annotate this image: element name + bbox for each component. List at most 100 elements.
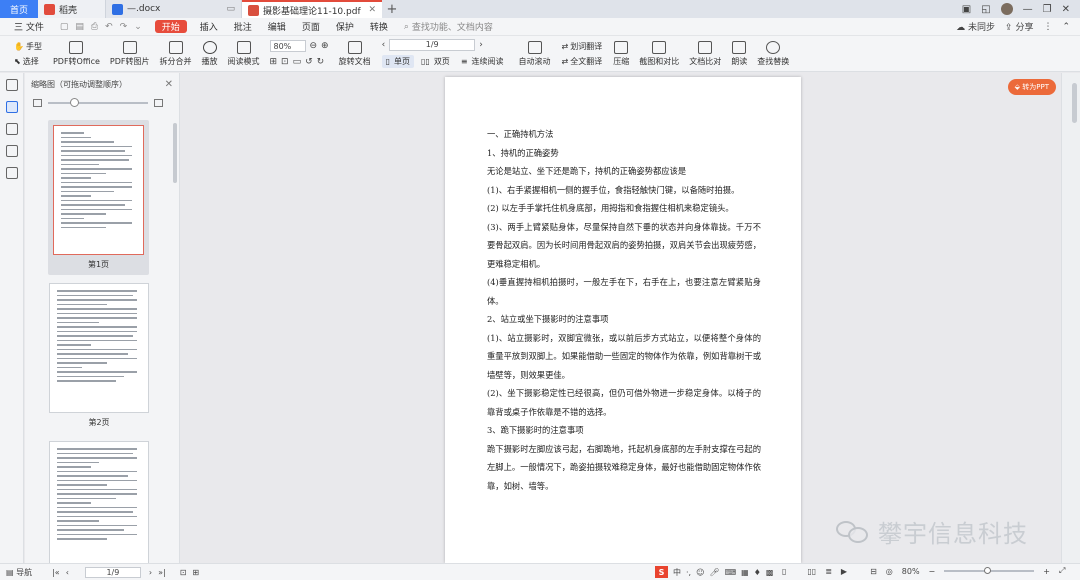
shirt-icon[interactable]: ♦ xyxy=(754,568,761,577)
thumbnail-page-2[interactable]: 第2页 xyxy=(49,283,149,428)
thumbnail-page-1[interactable]: 第1页 xyxy=(48,120,149,275)
continuous-button[interactable]: ≡ 连续阅读 xyxy=(457,55,508,68)
menu-convert[interactable]: 转换 xyxy=(362,18,396,36)
print-icon[interactable]: ⎙ xyxy=(91,22,98,32)
more-icon[interactable]: ⋮ xyxy=(1043,22,1052,32)
minimize-icon[interactable]: — xyxy=(1023,4,1033,15)
zoom-slider-knob[interactable] xyxy=(984,567,992,574)
avatar[interactable] xyxy=(1000,3,1013,15)
tab-docer[interactable]: 稻壳 xyxy=(38,0,106,18)
single-view-icon[interactable]: ▯ xyxy=(782,567,786,576)
undo-icon[interactable]: ↶ xyxy=(105,22,113,32)
continuous-view-icon[interactable]: ≣ xyxy=(825,567,832,576)
prev-page-status-icon[interactable]: ‹ xyxy=(66,568,69,577)
screenshot-button[interactable]: 截图和对比 xyxy=(634,37,684,71)
signature-icon[interactable] xyxy=(5,167,18,179)
select-tool-button[interactable]: ⬉ 选择 xyxy=(14,56,42,67)
next-page-status-icon[interactable]: › xyxy=(149,568,152,577)
save-icon[interactable]: ▤ xyxy=(75,22,84,32)
menu-comment[interactable]: 批注 xyxy=(226,18,260,36)
auto-scroll-button[interactable]: 自动滚动 xyxy=(514,37,556,71)
slider-track[interactable] xyxy=(48,98,148,107)
emoji-icon[interactable]: ☺ xyxy=(696,568,704,577)
tile-icon[interactable]: ▣ xyxy=(962,4,971,15)
skin-ime-icon[interactable]: ▦ xyxy=(741,568,749,577)
attachment-icon[interactable] xyxy=(5,145,18,157)
slider-knob[interactable] xyxy=(70,98,79,107)
translate-phrase-button[interactable]: ⇄ 划词翻译 xyxy=(562,41,603,52)
menu-page[interactable]: 页面 xyxy=(294,18,328,36)
apps-icon[interactable]: ▩ xyxy=(766,568,774,577)
menu-protect[interactable]: 保护 xyxy=(328,18,362,36)
thumbnail-size-slider[interactable] xyxy=(25,95,179,111)
rotate-doc-button[interactable]: 旋转文档 xyxy=(334,37,376,71)
single-page-button[interactable]: ▯ 单页 xyxy=(381,55,414,68)
page-input[interactable]: 1/9 xyxy=(389,39,476,51)
status-page-input[interactable]: 1/9 xyxy=(84,566,141,578)
zoom-slider[interactable] xyxy=(944,567,1035,574)
read-mode-button[interactable]: 阅读模式 xyxy=(223,37,265,71)
zoom-level[interactable]: 80% xyxy=(902,567,920,576)
redo-icon[interactable]: ↷ xyxy=(120,22,128,32)
ime-mode[interactable]: 中 xyxy=(673,567,681,578)
find-replace-button[interactable]: 查找替换 xyxy=(752,37,794,71)
punctuation-icon[interactable]: ·, xyxy=(686,568,691,577)
prev-page-icon[interactable]: ‹ xyxy=(382,40,386,50)
play-button[interactable]: 播放 xyxy=(197,37,223,71)
fit-width-icon[interactable]: ⊡ xyxy=(281,57,289,67)
tab-home[interactable]: 首页 xyxy=(0,0,38,18)
mic-icon[interactable]: 🎤︎ xyxy=(709,568,719,577)
menu-start[interactable]: 开始 xyxy=(154,20,187,33)
split-merge-button[interactable]: 拆分合并 xyxy=(155,37,197,71)
zoom-out-status-icon[interactable]: − xyxy=(929,567,936,576)
close-window-icon[interactable]: ✕ xyxy=(1062,4,1070,15)
thumbnail-page-3[interactable] xyxy=(49,441,149,563)
rotate-right-icon[interactable]: ↻ xyxy=(317,57,325,67)
zoom-in-icon[interactable]: ⊕ xyxy=(321,41,329,51)
zoom-out-icon[interactable]: ⊖ xyxy=(310,41,318,51)
maximize-icon[interactable]: ❐ xyxy=(1043,4,1052,15)
document-scrollbar[interactable] xyxy=(1072,83,1077,123)
chevron-down-icon[interactable]: ⌄ xyxy=(134,22,142,32)
zoom-in-status-icon[interactable]: + xyxy=(1043,567,1050,576)
first-page-icon[interactable]: |« xyxy=(52,568,60,577)
fullscreen-icon[interactable]: ⤢ xyxy=(1059,566,1065,576)
tab-pdf[interactable]: 摄影基础理论11-10.pdf ✕ xyxy=(242,0,382,18)
add-status-icon[interactable]: ⊞ xyxy=(192,568,199,577)
tab-pin-icon[interactable]: ▭ xyxy=(226,4,235,14)
rotate-left-icon[interactable]: ↺ xyxy=(305,57,313,67)
last-page-icon[interactable]: »| xyxy=(158,568,166,577)
bookmark-icon[interactable] xyxy=(5,79,18,91)
keyboard-icon[interactable]: ⌨ xyxy=(725,568,737,577)
pdf-to-image-button[interactable]: PDF转图片 xyxy=(105,37,155,71)
tab-close-icon[interactable]: ✕ xyxy=(368,5,376,15)
fit-page-icon[interactable]: ⊞ xyxy=(270,57,278,67)
comment-icon[interactable] xyxy=(5,123,18,135)
close-icon[interactable]: ✕ xyxy=(165,79,173,90)
actual-size-icon[interactable]: ▭ xyxy=(293,57,302,67)
to-ppt-button[interactable]: ⬙ 转为PPT xyxy=(1007,79,1056,95)
file-menu[interactable]: 三 文件 xyxy=(6,18,52,36)
search-box[interactable]: ⌕ 查找功能、文档内容 xyxy=(404,20,493,34)
sync-status[interactable]: ☁ 未同步 xyxy=(956,20,995,33)
menu-insert[interactable]: 插入 xyxy=(192,18,226,36)
eye-icon[interactable]: ◎ xyxy=(886,567,893,576)
menu-edit[interactable]: 编辑 xyxy=(260,18,294,36)
compress-button[interactable]: 压缩 xyxy=(608,37,634,71)
zoom-select[interactable]: 80% xyxy=(269,40,306,52)
open-icon[interactable]: ▢ xyxy=(60,22,69,32)
fit-width-status-icon[interactable]: ⊟ xyxy=(870,567,877,576)
navigation-button[interactable]: ▤ 导航 xyxy=(6,567,32,578)
new-tab-button[interactable]: + xyxy=(382,0,402,18)
thumbnail-icon[interactable] xyxy=(5,101,18,113)
tab-docx[interactable]: —.docx ▭ xyxy=(106,0,242,18)
thumbnail-scrollbar[interactable] xyxy=(173,123,177,183)
play-status-icon[interactable]: ▶ xyxy=(841,567,847,576)
skin-icon[interactable]: ◱ xyxy=(981,4,990,15)
double-page-button[interactable]: ▯▯ 双页 xyxy=(417,55,454,68)
sogou-icon[interactable]: S xyxy=(655,566,668,578)
share-button[interactable]: ⇪ 分享 xyxy=(1005,20,1033,33)
read-aloud-button[interactable]: 朗读 xyxy=(726,37,752,71)
next-page-icon[interactable]: › xyxy=(479,40,483,50)
collapse-icon[interactable]: ⌃ xyxy=(1062,22,1070,32)
